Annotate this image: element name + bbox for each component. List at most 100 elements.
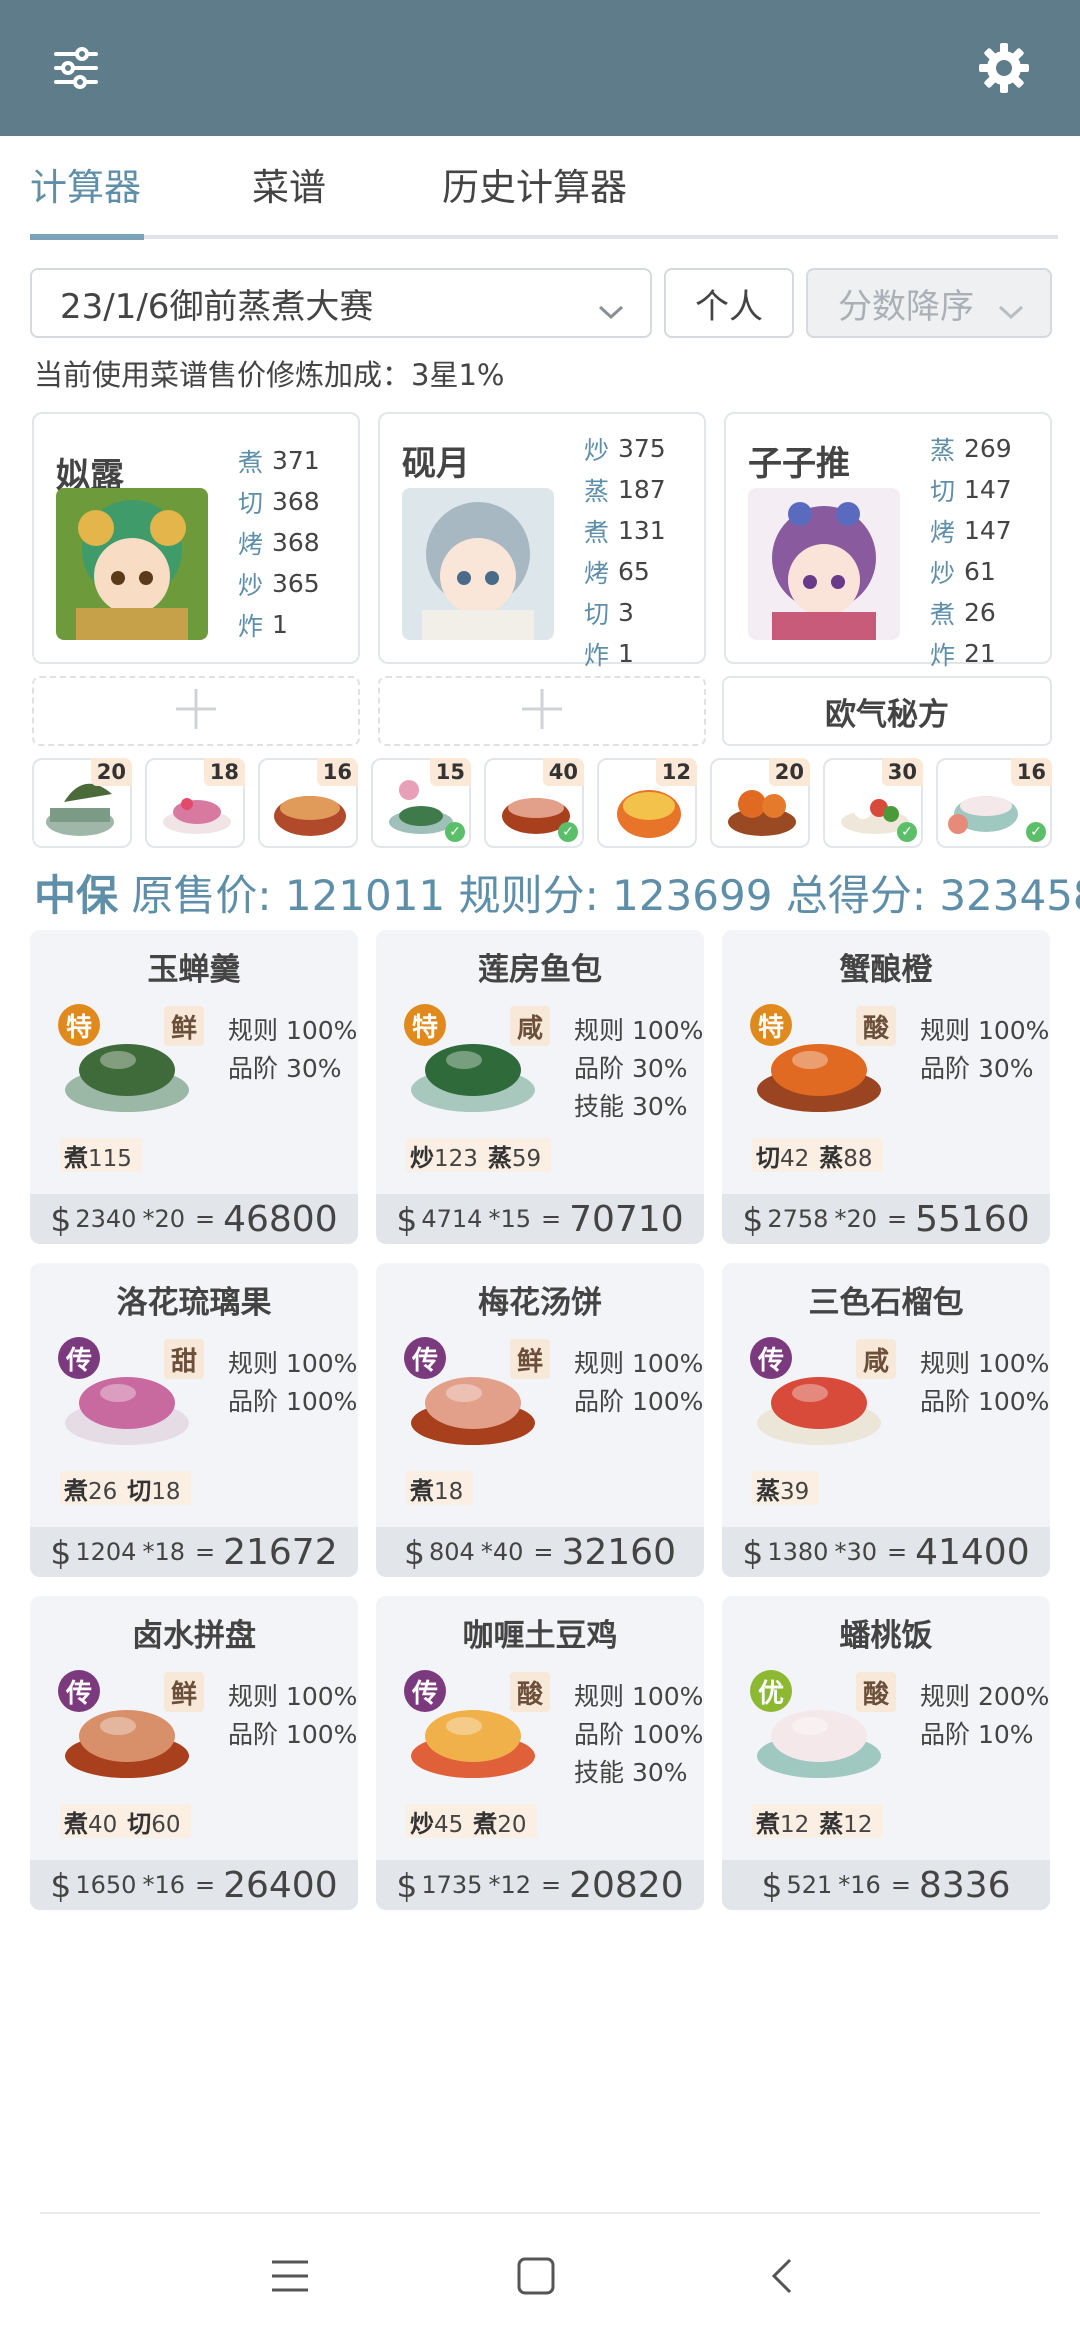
recipe-title: 三色石榴包 [808, 1285, 964, 1321]
recipe-requirement: 蒸12 [819, 1804, 872, 1839]
add-equipment-slot[interactable] [378, 676, 706, 746]
recipe-price-bar: $ 804 *40 = 32160 [376, 1527, 704, 1577]
recipe-rank-badge: 特 [58, 1004, 100, 1046]
skill-value: 65 [618, 557, 650, 586]
recipe-unit-price: 804 [429, 1538, 475, 1566]
dish-thumbnail[interactable]: 18 [145, 758, 245, 848]
recipe-total: 8336 [918, 1864, 1011, 1906]
dish-thumbnail[interactable]: 40 ✓ [484, 758, 584, 848]
lucky-recipe-button[interactable]: 欧气秘方 [722, 676, 1052, 746]
recipe-card[interactable]: 三色石榴包 传 咸 规则 100% 品阶 100% 蒸39 $ 1380 *30 … [722, 1263, 1050, 1577]
tab-history-calculator[interactable]: 历史计算器 [442, 160, 627, 240]
chef-card[interactable]: 姒露 煮 371 切 368 烤 368 炒 365 炸1 [32, 412, 360, 664]
tab-bar: 计算器 菜谱 历史计算器 [30, 160, 1060, 240]
recipe-taste-badge: 酸 [856, 1672, 896, 1712]
equals-sign: = [194, 1205, 216, 1233]
recipe-card[interactable]: 洛花琉璃果 传 甜 规则 100% 品阶 100% 煮26 切18 $ 1204 *… [30, 1263, 358, 1577]
recipe-requirements: 煮115 [60, 1138, 142, 1172]
recipe-requirement: 切60 [127, 1804, 180, 1839]
recipe-requirements: 煮18 [406, 1471, 474, 1505]
recipe-requirements: 炒45 煮20 [406, 1804, 537, 1838]
contest-select[interactable]: 23/1/6御前蒸煮大赛 [30, 268, 652, 338]
dollar-icon: $ [50, 1532, 72, 1572]
requirement-skill: 煮 [410, 1476, 434, 1505]
requirement-skill: 切 [127, 1476, 152, 1505]
chef-card[interactable]: 砚月 炒 375 蒸 187 煮 131 烤 65 切3 炸1 [378, 412, 706, 670]
dish-thumbnail[interactable]: 12 [597, 758, 697, 848]
sort-select[interactable]: 分数降序 [806, 268, 1052, 338]
tab-calculator[interactable]: 计算器 [30, 160, 141, 240]
equals-sign: = [886, 1205, 908, 1233]
chef-avatar [748, 488, 900, 640]
skill-name: 炒 [930, 558, 956, 588]
grade-label: 中保 [34, 871, 119, 920]
dish-thumbnail[interactable]: 16 ✓ [936, 758, 1052, 848]
dollar-icon: $ [761, 1865, 783, 1905]
recipe-card[interactable]: 玉蝉羹 特 鲜 规则 100% 品阶 30% 煮115 $ 2340 *20 = … [30, 930, 358, 1244]
skill-value: 147 [964, 475, 1012, 504]
dish-thumbnail[interactable]: 16 [258, 758, 358, 848]
recipe-modifier: 品阶 100% [228, 1387, 358, 1416]
top-app-bar [0, 0, 1080, 136]
chef-card[interactable]: 子子推 蒸 269 切 147 烤 147 炒 61 煮 26 炸 21 [724, 412, 1052, 670]
gear-icon[interactable] [966, 30, 1042, 106]
recipe-card[interactable]: 卤水拼盘 传 鲜 规则 100% 品阶 100% 煮40 切60 $ 1650 *1… [30, 1596, 358, 1910]
recipe-title: 卤水拼盘 [132, 1618, 256, 1654]
dollar-icon: $ [50, 1199, 72, 1239]
recipe-card[interactable]: 蟠桃饭 优 酸 规则 200% 品阶 10% 煮12 蒸12 $ 521 *16 =… [722, 1596, 1050, 1910]
contest-select-value: 23/1/6御前蒸煮大赛 [60, 286, 374, 327]
recipe-unit-price: 1650 [75, 1871, 137, 1899]
sliders-icon[interactable] [38, 30, 114, 106]
skill-name: 炒 [584, 435, 610, 465]
back-icon[interactable] [742, 2236, 822, 2316]
equals-sign: = [194, 1538, 216, 1566]
personal-button[interactable]: 个人 [664, 268, 794, 338]
recipe-modifier: 品阶 30% [228, 1054, 342, 1083]
recipe-modifier: 品阶 10% [920, 1720, 1034, 1749]
requirement-value: 42 [780, 1145, 810, 1172]
recipe-unit-price: 1380 [767, 1538, 829, 1566]
requirement-skill: 切 [127, 1809, 152, 1838]
recipe-unit-price: 2340 [75, 1205, 137, 1233]
recipe-modifiers: 规则 100% 品阶 100% [574, 1345, 703, 1421]
recipe-card[interactable]: 蟹酿橙 特 酸 规则 100% 品阶 30% 切42 蒸88 $ 2758 *20 … [722, 930, 1050, 1244]
dish-quantity: 40 [542, 758, 584, 786]
home-icon[interactable] [496, 2236, 576, 2316]
equals-sign: = [540, 1205, 562, 1233]
recipe-card[interactable]: 咖喱土豆鸡 传 酸 规则 100% 品阶 100% 技能 30% 炒45 煮20 $ … [376, 1596, 704, 1910]
recipe-requirements: 切42 蒸88 [752, 1138, 883, 1172]
recipe-quantity: *15 [488, 1205, 531, 1233]
recipe-quantity: *16 [838, 1871, 881, 1899]
recipe-requirements: 煮40 切60 [60, 1804, 191, 1838]
dish-thumbnail[interactable]: 20 [32, 758, 132, 848]
menu-icon[interactable] [250, 2236, 330, 2316]
recipe-title: 蟹酿橙 [839, 952, 933, 988]
requirement-value: 88 [843, 1145, 873, 1172]
recipe-card[interactable]: 梅花汤饼 传 鲜 规则 100% 品阶 100% 煮18 $ 804 *40 = … [376, 1263, 704, 1577]
add-equipment-slot[interactable] [32, 676, 360, 746]
skill-value: 21 [964, 639, 996, 668]
recipe-requirements: 煮12 蒸12 [752, 1804, 883, 1838]
skill-value: 187 [618, 475, 666, 504]
skill-name: 蒸 [930, 435, 956, 465]
recipe-modifier: 品阶 100% [574, 1387, 704, 1416]
dish-thumbnail[interactable]: 30 ✓ [823, 758, 923, 848]
recipe-requirement: 蒸59 [488, 1138, 541, 1173]
requirement-value: 123 [434, 1145, 478, 1172]
recipe-requirement: 切18 [127, 1471, 180, 1506]
dish-thumbnail[interactable]: 15 ✓ [371, 758, 471, 848]
recipe-title: 蟠桃饭 [839, 1618, 933, 1654]
tab-recipes[interactable]: 菜谱 [252, 160, 326, 240]
equals-sign: = [533, 1538, 554, 1566]
requirement-skill: 煮 [473, 1809, 498, 1838]
checkmark-icon: ✓ [445, 822, 465, 842]
recipe-quantity: *40 [480, 1538, 524, 1566]
requirement-skill: 煮 [64, 1476, 88, 1505]
dish-thumbnail[interactable]: 20 [710, 758, 810, 848]
skill-value: 26 [964, 598, 996, 627]
recipe-card[interactable]: 莲房鱼包 特 咸 规则 100% 品阶 30% 技能 30% 炒123 蒸59 $ 4… [376, 930, 704, 1244]
requirement-skill: 蒸 [487, 1143, 512, 1172]
recipe-total: 32160 [561, 1531, 676, 1573]
recipe-rank-badge: 传 [58, 1670, 100, 1712]
recipe-quantity: *20 [142, 1205, 185, 1233]
